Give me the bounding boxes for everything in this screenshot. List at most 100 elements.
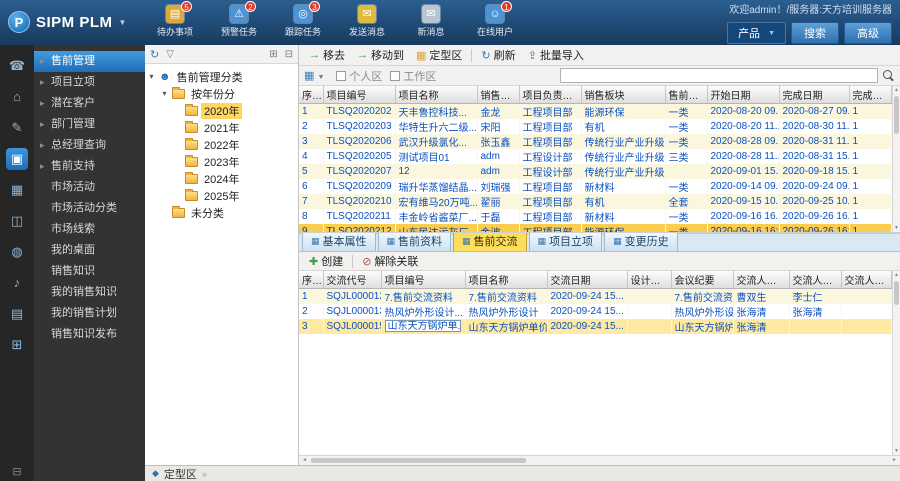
column-header[interactable]: 交流日期 [547, 271, 628, 289]
table-row[interactable]: 6 TLSQ2020209 瑞升华蒸馏结晶... 刘瑞强 工程项目部 新材料 一类 2020-… [299, 178, 892, 194]
tree-node[interactable]: 2022年 [147, 136, 296, 153]
sidebar-item[interactable]: ▸ 总经理查询 [34, 135, 145, 156]
tree-node[interactable]: 未分类 [147, 204, 296, 221]
scroll-right-icon[interactable]: ► [890, 456, 899, 465]
sidebar-item[interactable]: 我的销售计划 [34, 303, 145, 324]
table-row[interactable]: 3 TLSQ2020206 武汉升级氯化... 张玉鑫 工程项目部 传统行业产业升级 一类 2… [299, 133, 892, 149]
finalize-area-button[interactable]: ▦ 定型区 [410, 47, 468, 63]
home-icon[interactable]: ⌂ [6, 86, 28, 108]
unlink-button[interactable]: ⊘ 解除关联 [356, 253, 424, 269]
database-icon[interactable]: ◫ [6, 210, 28, 232]
column-header[interactable]: 售前方案类别 [665, 86, 708, 104]
table-row[interactable]: 2 SQJL000013 热风炉外形设计... 热风炉外形设计 2020-09-24 1… [299, 303, 892, 319]
sidebar-item[interactable]: 市场活动 [34, 177, 145, 198]
tree-node[interactable]: 2024年 [147, 170, 296, 187]
vertical-scrollbar[interactable]: ▲ ▼ [892, 271, 900, 455]
column-header[interactable]: 项目名称 [465, 271, 548, 289]
table-row[interactable]: 4 TLSQ2020205 测试项目01 adm 工程设计部 传统行业产业升级 三类 2020… [299, 148, 892, 164]
create-button[interactable]: ✚ 创建 [303, 253, 349, 269]
view-menu-button[interactable]: ▦ ▼ [304, 69, 324, 82]
tree-node[interactable]: 2020年 [147, 102, 296, 119]
sidebar-item[interactable]: ▸ 售前支持 [34, 156, 145, 177]
sidebar-item[interactable]: 销售知识发布 [34, 324, 145, 345]
column-header[interactable]: 交流代号 [323, 271, 382, 289]
inline-edit-field[interactable]: 山东天方锅炉单... [384, 320, 461, 332]
advanced-search-button[interactable]: 高级 [844, 22, 892, 44]
sidebar-item[interactable]: 市场活动分类 [34, 198, 145, 219]
checkbox[interactable] [390, 70, 401, 81]
sidebar-item[interactable]: 市场线索 [34, 219, 145, 240]
scroll-down-icon[interactable]: ▼ [893, 447, 900, 455]
column-header[interactable]: 项目编号 [323, 86, 396, 104]
contact-icon[interactable]: ☎ [6, 55, 28, 77]
sidebar-item[interactable]: 我的桌面 [34, 240, 145, 261]
table-row[interactable]: 7 TLSQ2020210 宏有维马20万吨... 翟丽 工程项目部 有机 全套 2020-0… [299, 193, 892, 209]
column-header[interactable]: 交流人员(天方... [733, 271, 790, 289]
product-dropdown[interactable]: 产品 ▼ [727, 22, 786, 44]
table-row[interactable]: 5 TLSQ2020207 12 adm 工程设计部 传统行业产业升级 2020-09-01… [299, 163, 892, 179]
detail-tab[interactable]: ▦ 基本属性 [302, 231, 376, 251]
column-header[interactable]: 完成期限备注 [849, 86, 892, 104]
vertical-scrollbar[interactable]: ▲ ▼ [892, 86, 900, 232]
tree-node[interactable]: ▾ ☻ 售前管理分类 [147, 68, 296, 85]
horizontal-scrollbar[interactable]: ◄ ► [299, 455, 900, 465]
tree-node[interactable]: ▾ 按年份分 [147, 85, 296, 102]
column-header[interactable]: 序号 [299, 271, 324, 289]
detail-tab[interactable]: ▦ 售前交流 [453, 231, 527, 251]
column-header[interactable]: 设计条件 [627, 271, 672, 289]
table-row[interactable]: 1 TLSQ2020202 天丰鲁控科技... 金龙 工程项目部 能源环保 一类 2020-0… [299, 103, 892, 119]
send-message-button[interactable]: ✉ 发送消息 [342, 5, 392, 38]
sidebar-item[interactable]: ▸ 部门管理 [34, 114, 145, 135]
sidebar-item[interactable]: 我的销售知识 [34, 282, 145, 303]
refresh-button[interactable]: ↻ 刷新 [475, 47, 521, 63]
sidebar-item[interactable]: ▸ 项目立项 [34, 72, 145, 93]
scrollbar-thumb[interactable] [311, 458, 526, 463]
column-header[interactable]: 完成日期 [779, 86, 850, 104]
scroll-left-icon[interactable]: ◄ [300, 456, 309, 465]
headset-icon[interactable]: ♪ [6, 272, 28, 294]
warning-tasks-button[interactable]: ⚠ 2 预警任务 [214, 1, 264, 38]
column-header[interactable]: 销售经理 [477, 86, 520, 104]
tree-node[interactable]: 2021年 [147, 119, 296, 136]
refresh-icon[interactable]: ↻ [150, 48, 159, 61]
scroll-down-icon[interactable]: ▼ [893, 224, 900, 232]
sidebar-item[interactable]: ▸ 潜在客户 [34, 93, 145, 114]
table-row[interactable]: 3SQJL000015山东天方锅炉单...山东天方锅炉单价...2020-09-… [299, 318, 892, 334]
tracking-tasks-button[interactable]: ◎ 3 跟踪任务 [278, 1, 328, 38]
detail-tab[interactable]: ▦ 变更历史 [604, 231, 678, 251]
app-logo[interactable]: P SIPM PLM ▼ [8, 11, 126, 33]
scroll-up-icon[interactable]: ▲ [893, 271, 900, 279]
online-users-button[interactable]: ☺ 1 在线用户 [470, 1, 520, 38]
column-header[interactable]: 销售板块 [581, 86, 666, 104]
column-header[interactable]: 项目负责部门 [519, 86, 582, 104]
column-header[interactable]: 项目编号 [381, 271, 466, 289]
table-row[interactable]: 2 TLSQ2020203 华特生升六二级... 宋阳 工程项目部 有机 一类 2020-08… [299, 118, 892, 134]
table-row[interactable]: 9 TLSQ2020212 山东民达污灰厂... 金波 工程项目部 能源环保 一类 2020-… [299, 223, 892, 232]
batch-import-button[interactable]: ⇪ 批量导入 [522, 47, 590, 63]
workspace-icon[interactable]: ▣ [6, 148, 28, 170]
filter-icon[interactable]: ▽ [166, 49, 174, 60]
search-icon[interactable] [882, 69, 895, 82]
tree-node[interactable]: 2023年 [147, 153, 296, 170]
search-button[interactable]: 搜索 [791, 22, 839, 44]
column-header[interactable]: 序号 [299, 86, 324, 104]
table-row[interactable]: 1 SQJL000012 7.售前交流资料 7.售前交流资料 2020-09-24 15… [299, 288, 892, 304]
sidebar-item[interactable]: 销售知识 [34, 261, 145, 282]
globe-icon[interactable]: ◍ [6, 241, 28, 263]
column-header[interactable]: 项目名称 [395, 86, 478, 104]
tree-node[interactable]: 2025年 [147, 187, 296, 204]
column-header[interactable]: 开始日期 [707, 86, 780, 104]
sidebar-item[interactable]: ▸ 售前管理 [34, 51, 145, 72]
bottom-apps-icon[interactable]: ⊟ [0, 465, 34, 478]
new-message-button[interactable]: ✉ 新消息 [406, 5, 456, 38]
column-header[interactable]: 会议纪要 [671, 271, 734, 289]
collapse-all-icon[interactable]: ⊟ [285, 49, 293, 60]
detail-tab[interactable]: ▦ 项目立项 [528, 231, 603, 251]
column-header[interactable]: 交流人员(其他) [841, 271, 892, 289]
scrollbar-thumb[interactable] [894, 96, 899, 134]
checkbox[interactable] [336, 70, 347, 81]
calendar-icon[interactable]: ▦ [6, 179, 28, 201]
remove-button[interactable]: → 移去 [303, 47, 351, 63]
scroll-up-icon[interactable]: ▲ [893, 86, 900, 94]
grid-search-input[interactable] [560, 68, 878, 83]
